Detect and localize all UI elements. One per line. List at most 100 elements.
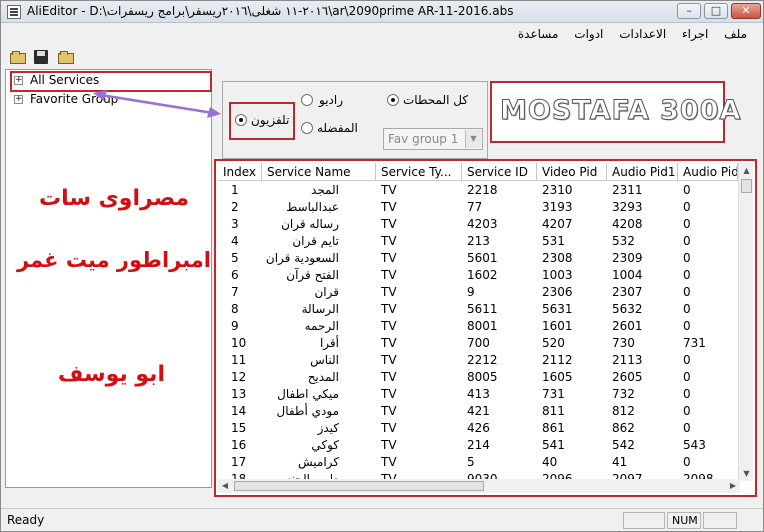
tv-radio[interactable] (235, 114, 247, 126)
col-audio-pid1-cell: 2311 (612, 183, 643, 197)
table-row[interactable]: 10 أقرا TV 700 520 730 731 (218, 335, 738, 352)
col-video-pid-cell: 731 (542, 387, 565, 401)
col-audio-pid1-cell: 2309 (612, 251, 643, 265)
col-service-type-cell: TV (381, 251, 397, 265)
col-audio-pid-cell: 0 (683, 183, 691, 197)
col-audio-pid-cell: 0 (683, 387, 691, 401)
table-row[interactable]: 12 المديح TV 8005 1605 2605 0 (218, 369, 738, 386)
fav-group-value: Fav group 1 (388, 132, 459, 146)
col-video-pid-cell: 1003 (542, 268, 573, 282)
favorite-radio[interactable] (301, 122, 313, 134)
col-audio-pid-header[interactable]: Audio Pid (678, 163, 738, 181)
col-audio-pid-cell: 0 (683, 302, 691, 316)
col-video-pid-header[interactable]: Video Pid (537, 163, 607, 181)
col-service-type-header[interactable]: Service Ty... (376, 163, 462, 181)
radio-radio[interactable] (301, 94, 313, 106)
menu-settings[interactable]: الاعدادات (613, 25, 672, 43)
col-audio-pid1-header[interactable]: Audio Pid1 (607, 163, 678, 181)
col-video-pid-cell: 2308 (542, 251, 573, 265)
col-service-id-cell: 8001 (467, 319, 498, 333)
scroll-right-icon[interactable]: ▶ (726, 479, 740, 493)
col-audio-pid-cell: 0 (683, 455, 691, 469)
scroll-left-icon[interactable]: ◀ (218, 479, 232, 493)
col-service-name-header[interactable]: Service Name (262, 163, 376, 181)
table-row[interactable]: 4 تايم قران TV 213 531 532 0 (218, 233, 738, 250)
table-row[interactable]: 5 السعودية قران TV 5601 2308 2309 0 (218, 250, 738, 267)
horizontal-scrollbar[interactable]: ◀ ▶ (218, 479, 740, 493)
menu-action[interactable]: اجراء (676, 25, 714, 43)
minimize-button[interactable]: – (677, 3, 701, 19)
col-audio-pid1-cell: 2601 (612, 319, 643, 333)
table-row[interactable]: 9 الرحمه TV 8001 1601 2601 0 (218, 318, 738, 335)
favorite-radio-label: المفضله (317, 121, 358, 135)
open-file-icon[interactable] (55, 47, 75, 67)
col-service-name-cell: المديح (307, 370, 339, 384)
table-row[interactable]: 16 كوكي TV 214 541 542 543 (218, 437, 738, 454)
overlay-caption-1: مصراوى سات (38, 186, 189, 211)
col-index-header[interactable]: Index (218, 163, 262, 181)
table-row[interactable]: 17 كراميش TV 5 40 41 0 (218, 454, 738, 471)
scroll-down-icon[interactable]: ▼ (739, 466, 754, 481)
expand-icon[interactable]: + (14, 95, 23, 104)
table-row[interactable]: 14 مودي أطفال TV 421 811 812 0 (218, 403, 738, 420)
col-service-name-cell: السعودية قران (265, 251, 339, 265)
fav-group-select[interactable]: Fav group 1 ▼ (383, 128, 483, 150)
col-index-cell: 16 (231, 438, 247, 452)
tree-item-label: All Services (30, 73, 100, 87)
col-index-cell: 6 (231, 268, 239, 282)
table-row[interactable]: 8 الرسالة TV 5611 5631 5632 0 (218, 301, 738, 318)
tv-radio-label: تلفزيون (251, 113, 290, 127)
scroll-up-icon[interactable]: ▲ (739, 163, 754, 178)
radio-radio-label: راديو (319, 93, 344, 107)
col-video-pid-cell: 520 (542, 336, 565, 350)
maximize-button[interactable]: □ (704, 3, 728, 19)
table-row[interactable]: 13 ميكي اطفال TV 413 731 732 0 (218, 386, 738, 403)
table-row[interactable]: 15 كيدز TV 426 861 862 0 (218, 420, 738, 437)
open-folder-icon[interactable] (7, 47, 27, 67)
save-icon[interactable] (31, 47, 51, 67)
table-row[interactable]: 7 قران TV 9 2306 2307 0 (218, 284, 738, 301)
col-video-pid-cell: 1601 (542, 319, 573, 333)
col-service-name-cell: تايم قران (292, 234, 339, 248)
col-service-id-header[interactable]: Service ID (462, 163, 537, 181)
close-button[interactable]: ✕ (731, 3, 761, 19)
col-service-name-cell: الفتح قرآن (286, 268, 339, 282)
col-audio-pid1-cell: 1004 (612, 268, 643, 282)
title-bar[interactable]: AliEditor - D:\٢٠١٦-١١ شغلى\٢٠١٦ريسفر\بر… (1, 1, 763, 23)
expand-icon[interactable]: + (14, 76, 23, 85)
table-row[interactable]: 3 رساله قران TV 4203 4207 4208 0 (218, 216, 738, 233)
status-text: Ready (7, 513, 45, 527)
col-service-id-cell: 426 (467, 421, 490, 435)
vertical-scrollbar[interactable]: ▲ ▼ (738, 163, 753, 481)
col-video-pid-cell: 2310 (542, 183, 573, 197)
col-audio-pid1-cell: 3293 (612, 200, 643, 214)
col-service-id-cell: 77 (467, 200, 483, 214)
table-row[interactable]: 11 الناس TV 2212 2112 2113 0 (218, 352, 738, 369)
status-pane (703, 512, 737, 529)
col-video-pid-cell: 861 (542, 421, 565, 435)
all-channels-label: كل المحطات (403, 93, 469, 107)
col-service-name-cell: كراميش (297, 455, 339, 469)
col-video-pid-cell: 531 (542, 234, 565, 248)
menu-help[interactable]: مساعدة (512, 25, 565, 43)
scroll-thumb[interactable] (741, 179, 752, 193)
col-video-pid-cell: 541 (542, 438, 565, 452)
col-service-type-cell: TV (381, 438, 397, 452)
col-service-id-cell: 421 (467, 404, 490, 418)
table-row[interactable]: 2 عبدالباسط TV 77 3193 3293 0 (218, 199, 738, 216)
col-video-pid-cell: 40 (542, 455, 558, 469)
col-audio-pid-cell: 731 (683, 336, 706, 350)
table-row[interactable]: 1 المجد TV 2218 2310 2311 0 (218, 182, 738, 199)
menu-file[interactable]: ملف (718, 25, 753, 43)
col-video-pid-cell: 5631 (542, 302, 573, 316)
table-row[interactable]: 6 الفتح قرآن TV 1602 1003 1004 0 (218, 267, 738, 284)
menu-tools[interactable]: ادوات (568, 25, 609, 43)
col-service-id-cell: 213 (467, 234, 490, 248)
col-audio-pid1-cell: 2605 (612, 370, 643, 384)
col-service-name-cell: الرحمه (304, 319, 339, 333)
col-audio-pid1-cell: 2307 (612, 285, 643, 299)
all-channels-radio[interactable] (387, 94, 399, 106)
col-audio-pid-cell: 0 (683, 404, 691, 418)
col-service-type-cell: TV (381, 200, 397, 214)
scroll-thumb[interactable] (234, 481, 484, 491)
